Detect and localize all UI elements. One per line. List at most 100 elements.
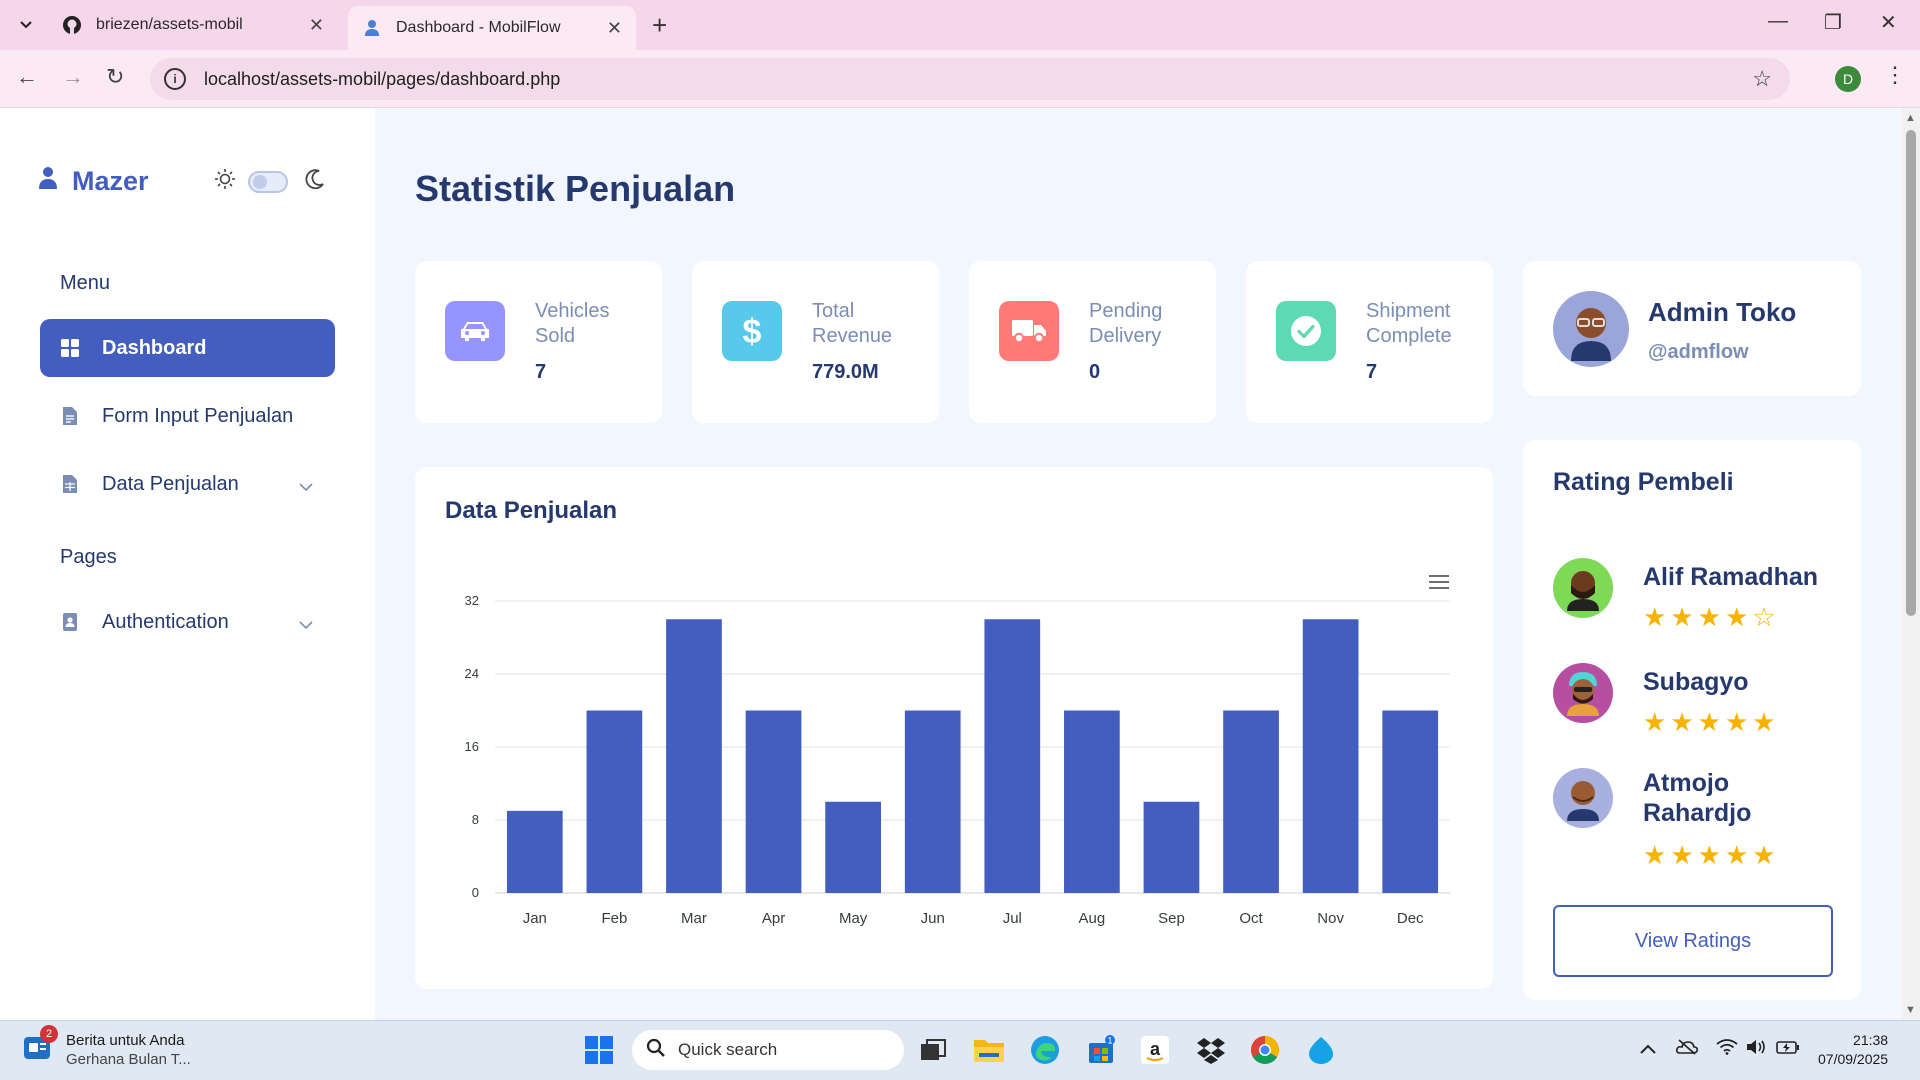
star-rating: ★ ★ ★ ★ ☆ (1643, 604, 1780, 630)
profile-avatar[interactable]: D (1835, 66, 1861, 92)
minimize-icon[interactable]: — (1768, 10, 1788, 33)
star-filled-icon: ★ (1724, 602, 1749, 632)
stat-value: 7 (535, 361, 547, 383)
scroll-up-icon[interactable]: ▲ (1905, 112, 1916, 124)
amazon-icon[interactable]: a (1138, 1033, 1172, 1067)
app-drop-icon[interactable] (1304, 1033, 1338, 1067)
forward-arrow-icon[interactable]: → (62, 64, 84, 90)
star-filled-icon: ★ (1697, 707, 1721, 737)
star-rating: ★ ★ ★ ★ ★ (1643, 842, 1780, 868)
taskbar-search[interactable]: Quick search (632, 1030, 904, 1070)
check-icon (1276, 301, 1336, 361)
chevron-down-icon (299, 613, 313, 636)
bar-mar[interactable] (666, 619, 722, 893)
wifi-icon[interactable] (1716, 1039, 1738, 1060)
tab-search-dropdown[interactable] (12, 12, 40, 38)
chrome-icon[interactable] (1248, 1033, 1282, 1067)
bar-apr[interactable] (745, 710, 802, 894)
volume-icon[interactable] (1746, 1039, 1768, 1060)
bar-jun[interactable] (904, 710, 961, 894)
tab-dashboard[interactable]: Dashboard - MobilFlow ✕ (348, 6, 636, 50)
bookmark-star-icon[interactable]: ☆ (1752, 66, 1772, 92)
moon-icon (304, 168, 326, 195)
sidebar-item-data-penjualan[interactable]: Data Penjualan (40, 455, 335, 513)
bar-feb[interactable] (586, 710, 643, 894)
onedrive-offline-icon[interactable] (1676, 1039, 1698, 1060)
scroll-down-icon[interactable]: ▼ (1905, 1004, 1916, 1016)
file-explorer-icon[interactable] (972, 1033, 1006, 1067)
more-menu-icon[interactable]: ⋮ (1884, 62, 1906, 88)
y-tick-label: 8 (472, 812, 479, 827)
bar-oct[interactable] (1223, 710, 1279, 894)
bar-chart: 0 8 16 24 32 Jan Feb Mar Apr May Jun Jul Aug Sep Oct No… (465, 593, 1450, 927)
bar-jul[interactable] (984, 619, 1041, 893)
bar-aug[interactable] (1064, 710, 1120, 894)
reload-icon[interactable]: ↻ (106, 64, 124, 90)
close-icon[interactable]: ✕ (607, 18, 622, 39)
rater-avatar (1553, 558, 1613, 618)
bar-nov[interactable] (1302, 619, 1359, 893)
ratings-title: Rating Pembeli (1553, 468, 1734, 496)
star-filled-icon: ★ (1670, 707, 1694, 737)
table-icon (60, 474, 80, 494)
rater-name: Subagyo (1643, 668, 1749, 696)
show-hidden-icons[interactable] (1640, 1039, 1656, 1059)
taskbar: 2 Berita untuk Anda Gerhana Bulan T... Q… (0, 1020, 1920, 1080)
brand-logo[interactable]: Mazer (38, 166, 149, 197)
scrollbar-thumb[interactable] (1906, 130, 1916, 616)
admin-name: Admin Toko (1648, 297, 1797, 327)
windows-start-icon[interactable] (582, 1033, 616, 1067)
stat-value: 7 (1366, 361, 1378, 383)
theme-switcher (214, 168, 326, 195)
view-ratings-button[interactable]: View Ratings (1553, 905, 1833, 977)
bar-jan[interactable] (506, 810, 563, 893)
battery-icon[interactable] (1776, 1039, 1800, 1060)
news-badge: 2 (40, 1025, 58, 1043)
url-text[interactable]: localhost/assets-mobil/pages/dashboard.p… (204, 69, 560, 90)
news-widget[interactable]: 2 Berita untuk Anda Gerhana Bulan T... (22, 1025, 191, 1069)
page-scrollbar[interactable]: ▲ ▼ (1902, 108, 1920, 1020)
bar-dec[interactable] (1382, 710, 1439, 894)
sidebar-item-dashboard[interactable]: Dashboard (40, 319, 335, 377)
x-tick-label: Oct (1239, 910, 1263, 927)
task-view-icon[interactable] (916, 1033, 950, 1067)
admin-avatar[interactable] (1553, 291, 1629, 367)
person-icon (38, 166, 58, 197)
svg-text:$: $ (743, 313, 762, 350)
store-icon[interactable]: 1 (1084, 1033, 1118, 1067)
sales-chart-card: Data Penjualan 0 8 16 24 32 Jan Feb Mar Apr May Ju… (415, 467, 1493, 989)
sidebar-item-form-input[interactable]: Form Input Penjualan (40, 387, 335, 445)
x-tick-label: Apr (762, 910, 785, 927)
dark-mode-toggle[interactable] (248, 170, 288, 193)
restore-icon[interactable]: ❐ (1824, 10, 1842, 35)
stat-label: Shipment Complete (1366, 300, 1452, 347)
x-tick-label: Jun (921, 910, 945, 927)
clock-time: 21:38 (1853, 1032, 1889, 1048)
store-badge: 1 (1107, 1036, 1112, 1046)
star-filled-icon: ★ (1697, 840, 1721, 870)
news-title: Berita untuk Anda (66, 1032, 185, 1049)
rater-avatar (1553, 663, 1613, 723)
site-info-icon[interactable]: i (164, 68, 186, 90)
url-bar[interactable]: i localhost/assets-mobil/pages/dashboard… (150, 58, 1790, 100)
back-arrow-icon[interactable]: ← (16, 64, 38, 90)
stat-card-revenue: $ Total Revenue 779.0M (692, 261, 939, 423)
close-icon[interactable]: ✕ (309, 15, 324, 36)
sidebar-item-authentication[interactable]: Authentication (40, 593, 335, 651)
tab-title: briezen/assets-mobil (96, 16, 243, 33)
close-window-icon[interactable]: ✕ (1880, 10, 1897, 35)
admin-handle: @admflow (1648, 341, 1749, 363)
bar-may[interactable] (825, 801, 881, 893)
stat-label: Vehicles Sold (535, 300, 610, 347)
sidebar-item-label: Data Penjualan (102, 472, 239, 495)
system-clock[interactable]: 21:38 07/09/2025 (1818, 1031, 1888, 1069)
new-tab-button[interactable]: + (652, 10, 667, 41)
chevron-down-icon (299, 475, 313, 498)
stat-card-pending: Pending Delivery 0 (969, 261, 1216, 423)
edge-icon[interactable] (1028, 1033, 1062, 1067)
rater-name: Alif Ramadhan (1643, 563, 1819, 591)
bar-sep[interactable] (1143, 801, 1200, 893)
tab-github[interactable]: briezen/assets-mobil ✕ (48, 6, 338, 44)
dropbox-icon[interactable] (1194, 1033, 1228, 1067)
stat-label: Pending Delivery (1089, 300, 1163, 347)
